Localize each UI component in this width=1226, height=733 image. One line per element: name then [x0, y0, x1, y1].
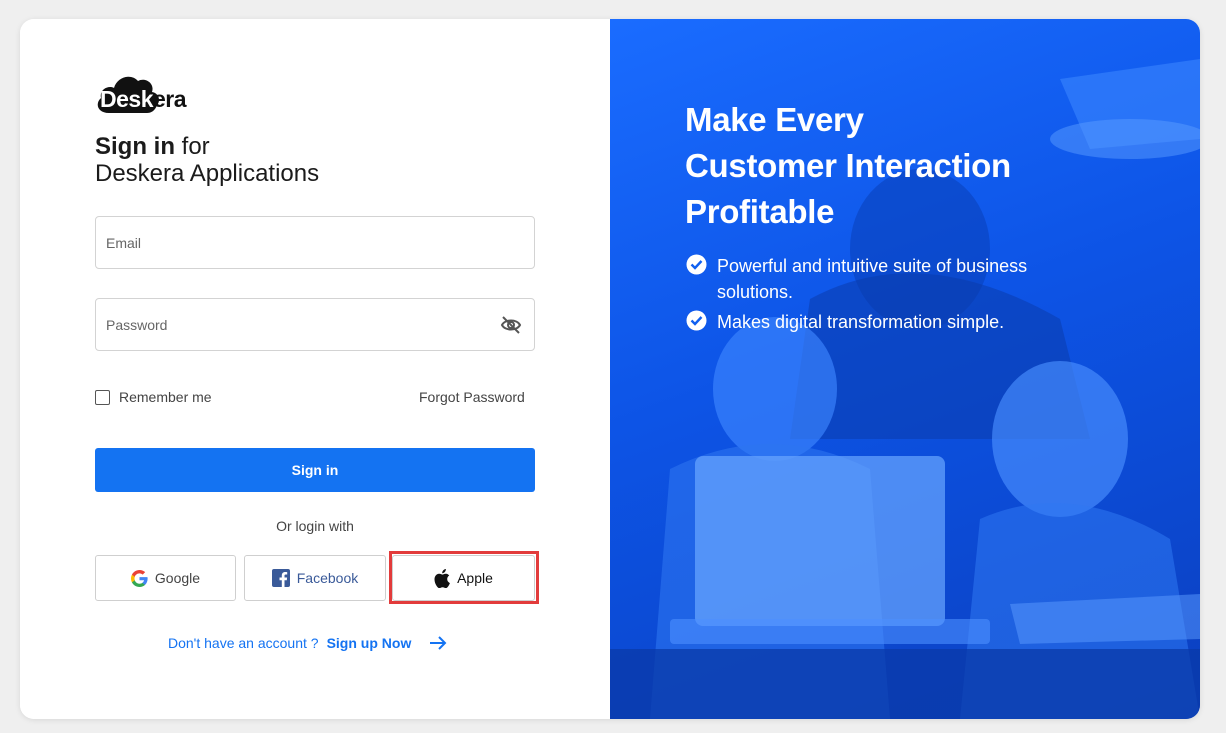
sign-up-link[interactable]: Sign up Now — [327, 635, 412, 651]
signup-row: Don't have an account ? Sign up Now — [168, 635, 447, 651]
title-bold: Sign in — [95, 133, 175, 160]
logo-text-tail: era — [152, 86, 187, 112]
arrow-right-icon[interactable] — [429, 635, 447, 651]
apple-icon — [434, 568, 450, 588]
remember-me[interactable]: Remember me — [95, 389, 212, 405]
hero-panel: Make Every Customer Interaction Profitab… — [610, 19, 1200, 719]
signup-question: Don't have an account ? — [168, 635, 319, 651]
facebook-login-button[interactable]: Facebook — [244, 555, 386, 601]
eye-off-icon[interactable] — [500, 315, 522, 335]
or-login-with-label: Or login with — [276, 518, 354, 534]
google-login-button[interactable]: Google — [95, 555, 236, 601]
password-field[interactable] — [95, 298, 535, 351]
logo-text-main: Desk — [100, 86, 153, 112]
password-input[interactable] — [106, 299, 486, 350]
google-label: Google — [154, 570, 201, 586]
email-input[interactable] — [106, 217, 486, 268]
facebook-icon — [271, 569, 290, 587]
check-circle-icon — [686, 310, 707, 338]
remember-checkbox[interactable] — [95, 389, 110, 405]
google-icon — [130, 569, 148, 587]
page-title: Sign in for Deskera Applications — [95, 133, 319, 187]
login-panel: Deskera Sign in for Deskera Applications… — [20, 19, 610, 719]
hero-title-line2: Customer Interaction — [685, 147, 1011, 184]
facebook-label: Facebook — [296, 570, 359, 586]
apple-label: Apple — [457, 570, 493, 586]
check-circle-icon — [686, 254, 707, 282]
forgot-password-link[interactable]: Forgot Password — [419, 389, 525, 405]
apple-login-button[interactable]: Apple — [392, 555, 535, 601]
login-card: Deskera Sign in for Deskera Applications… — [20, 19, 1200, 719]
sign-in-button[interactable]: Sign in — [95, 448, 535, 492]
deskera-logo: Deskera — [95, 67, 215, 115]
remember-label: Remember me — [119, 389, 212, 405]
hero-title: Make Every Customer Interaction Profitab… — [685, 97, 1105, 235]
title-light: for — [175, 133, 210, 160]
email-field[interactable] — [95, 216, 535, 269]
hero-bullet: Makes digital transformation simple. — [686, 309, 1106, 338]
title-line2: Deskera Applications — [95, 160, 320, 187]
hero-bullet: Powerful and intuitive suite of business… — [686, 253, 1106, 305]
hero-bullet-text: Powerful and intuitive suite of business… — [717, 256, 1028, 302]
hero-bullets: Powerful and intuitive suite of business… — [686, 253, 1106, 342]
hero-title-line1: Make Every — [685, 101, 864, 138]
hero-bullet-text: Makes digital transformation simple. — [717, 312, 1005, 332]
hero-title-line3: Profitable — [685, 193, 835, 230]
